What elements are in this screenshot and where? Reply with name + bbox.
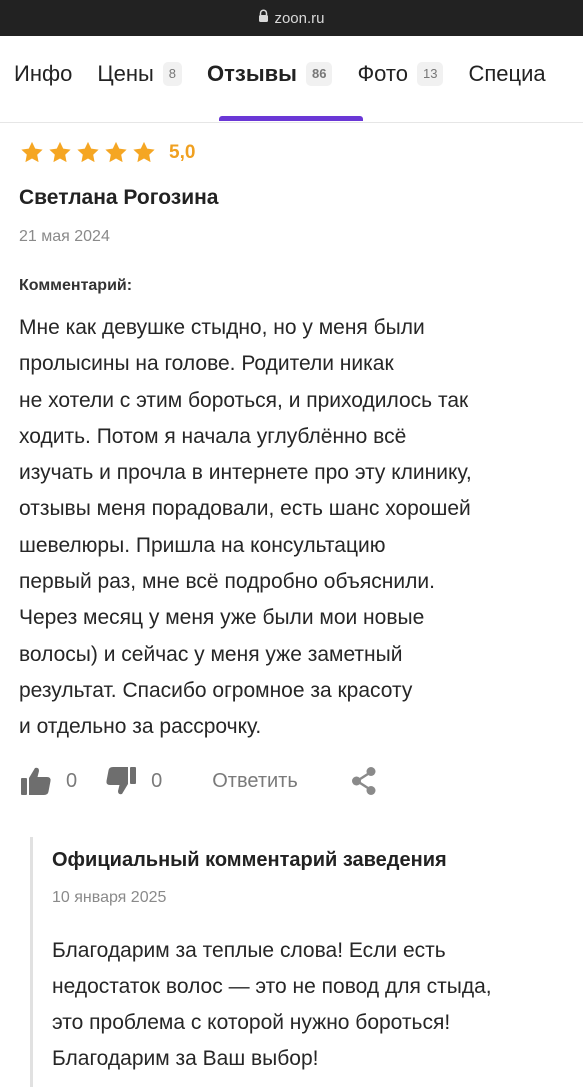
share-icon: [351, 767, 376, 795]
review-text-line: Через месяц у меня уже были мои новые: [19, 606, 425, 630]
count-badge: 8: [162, 62, 183, 86]
tab-label: Специа: [468, 61, 546, 86]
official-text-line: недостаток волос — это не повод для стыд…: [52, 975, 492, 998]
star-rating: [19, 140, 157, 165]
review-text-line: отзывы меня порадовали, есть шанс хороше…: [19, 497, 471, 521]
review-text-line: ходить. Потом я начала углублённо всё: [19, 424, 407, 448]
review-text-line: изучать и прочла в интернете про эту кли…: [19, 461, 472, 485]
official-reply-date: 10 января 2025: [52, 889, 167, 906]
star-icon: [105, 141, 127, 163]
official-text-line: Благодарим за теплые слова! Если есть: [52, 939, 446, 962]
tab-label: Инфо: [14, 61, 73, 86]
tab-label: Фото: [357, 61, 408, 86]
official-reply-text: Благодарим за теплые слова! Если есть не…: [52, 933, 572, 1077]
review-text-line: шевелюры. Пришла на консультацию: [19, 533, 386, 557]
review-actions: 0 0 Ответить: [20, 760, 378, 802]
lock-icon: [258, 9, 269, 27]
star-icon: [49, 141, 71, 163]
dislike-button[interactable]: 0: [105, 766, 162, 796]
tab-reviews[interactable]: Отзывы 86: [207, 61, 333, 87]
review-text-line: волосы) и сейчас у меня уже заметный: [19, 642, 403, 666]
count-badge: 86: [305, 62, 333, 86]
like-count: 0: [66, 769, 78, 792]
official-text-line: это проблема с которой нужно бороться!: [52, 1011, 451, 1034]
reply-button[interactable]: Ответить: [212, 770, 298, 793]
active-tab-indicator: [219, 116, 363, 121]
thumbs-down-icon: [106, 767, 137, 795]
review-text: Мне как девушке стыдно, но у меня были п…: [19, 310, 564, 746]
comment-label: Комментарий:: [19, 277, 133, 294]
like-button[interactable]: 0: [20, 766, 77, 796]
tab-label: Отзывы: [207, 61, 297, 86]
review-rating: 5,0: [19, 140, 195, 165]
review-text-line: пролысины на голове. Родители никак: [19, 352, 394, 376]
review-text-line: и отдельно за рассрочку.: [19, 715, 262, 739]
official-reply: Официальный комментарий заведения 10 янв…: [30, 837, 583, 1087]
tab-specialists[interactable]: Специа: [468, 61, 545, 87]
url-text: zoon.ru: [274, 9, 325, 27]
star-icon: [133, 141, 155, 163]
section-tabs: Инфо Цены 8 Отзывы 86 Фото 13 Специа: [0, 36, 583, 123]
browser-address-bar[interactable]: zoon.ru: [0, 0, 583, 36]
rating-value: 5,0: [169, 141, 196, 163]
tab-photos[interactable]: Фото 13: [357, 61, 444, 87]
star-icon: [21, 141, 43, 163]
dislike-count: 0: [151, 769, 163, 792]
official-text-line: Благодарим за Ваш выбор!: [52, 1047, 319, 1070]
review-text-line: не хотели с этим бороться, и приходилось…: [19, 388, 469, 412]
star-icon: [77, 141, 99, 163]
count-badge: 13: [416, 62, 444, 86]
review-text-line: первый раз, мне всё подробно объяснили.: [19, 570, 435, 594]
tab-label: Цены: [97, 61, 154, 86]
review-text-line: Мне как девушке стыдно, но у меня были: [19, 316, 425, 339]
review-text-line: результат. Спасибо огромное за красоту: [19, 678, 413, 702]
official-reply-title: Официальный комментарий заведения: [52, 849, 447, 871]
review-author[interactable]: Светлана Рогозина: [19, 186, 218, 210]
tab-prices[interactable]: Цены 8: [97, 61, 183, 87]
review-date: 21 мая 2024: [19, 228, 110, 245]
url-display[interactable]: zoon.ru: [258, 9, 325, 27]
share-button[interactable]: [350, 766, 378, 796]
thumbs-up-icon: [21, 767, 51, 795]
tab-info[interactable]: Инфо: [14, 61, 72, 87]
